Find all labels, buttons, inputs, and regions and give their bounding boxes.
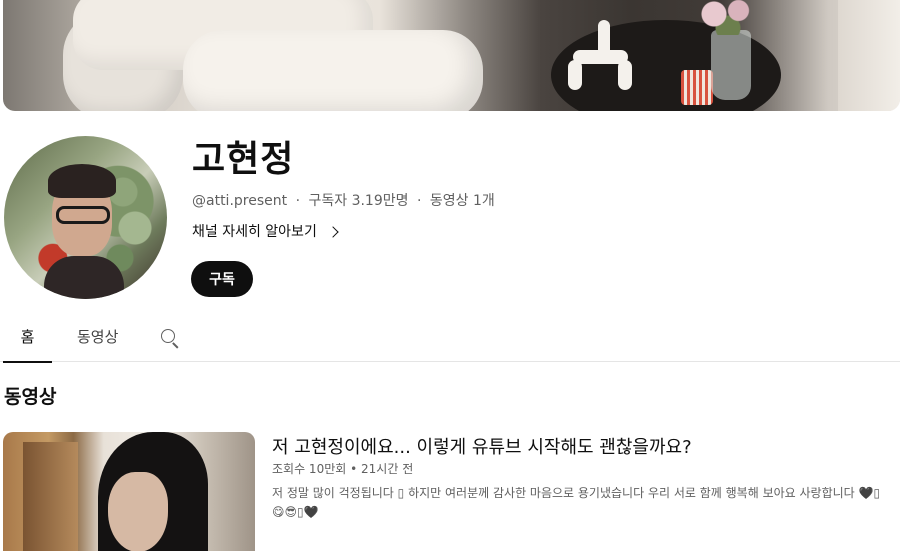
stats-separator: •: [350, 462, 358, 476]
channel-avatar[interactable]: [4, 136, 167, 299]
channel-more-label: 채널 자세히 알아보기: [192, 224, 317, 240]
subscriber-count: 구독자 3.19만명: [308, 193, 409, 209]
chevron-right-icon: [327, 225, 339, 238]
channel-name: 고현정: [192, 139, 295, 180]
video-thumbnail[interactable]: [3, 432, 255, 551]
tab-videos[interactable]: 동영상: [77, 326, 118, 362]
video-stats: 조회수 10만회 • 21시간 전: [272, 460, 413, 477]
meta-separator: ·: [416, 193, 422, 209]
channel-more-link[interactable]: 채널 자세히 알아보기: [192, 221, 339, 241]
channel-meta: @atti.present · 구독자 3.19만명 · 동영상 1개: [192, 190, 495, 210]
section-title: 동영상: [4, 386, 57, 408]
channel-handle: @atti.present: [192, 193, 288, 209]
subscribe-button[interactable]: 구독: [191, 261, 253, 297]
meta-separator: ·: [295, 193, 301, 209]
video-age: 21시간 전: [361, 462, 414, 476]
video-title[interactable]: 저 고현정이에요... 이렇게 유튜브 시작해도 괜찮을까요?: [272, 433, 692, 459]
video-views: 조회수 10만회: [272, 462, 347, 476]
channel-banner: [3, 0, 900, 111]
video-count: 동영상 1개: [429, 193, 495, 209]
search-icon[interactable]: [160, 328, 180, 349]
video-description: 저 정말 많이 걱정됩니다 ▯ 하지만 여러분께 감사한 마음으로 용기냈습니다…: [272, 486, 881, 519]
tab-home[interactable]: 홈: [3, 326, 52, 363]
channel-tabs: 홈 동영상: [0, 316, 900, 363]
